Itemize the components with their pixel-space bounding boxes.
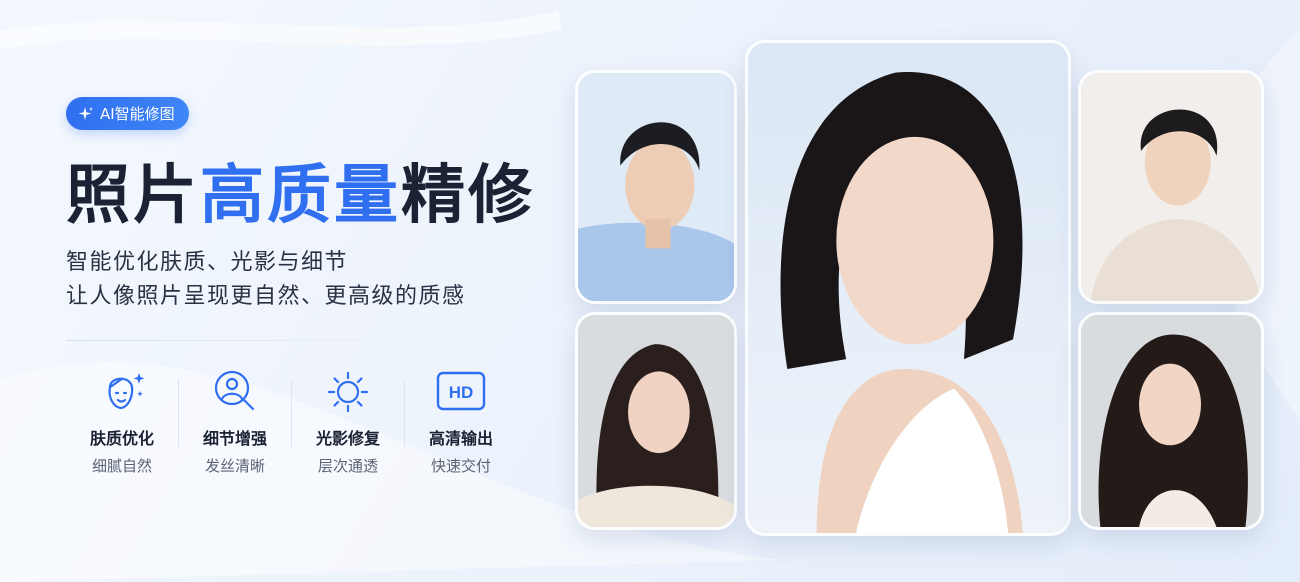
feature-title: 光影修复 — [315, 429, 380, 448]
portrait-photo-female-1 — [575, 312, 737, 530]
badge-label: AI智能修图 — [100, 105, 175, 123]
sun-icon — [322, 367, 374, 417]
portrait-photo-male-1 — [575, 70, 737, 304]
hd-icon: HD — [435, 367, 487, 417]
portrait-photo-male-2 — [1078, 70, 1264, 304]
description: 智能优化肤质、光影与细节 让人像照片呈现更自然、更高级的质感 — [66, 246, 546, 314]
portrait-photo-female-2 — [1078, 312, 1264, 530]
feature-subtitle: 快速交付 — [430, 457, 491, 475]
page-title: 照片高质量精修 — [66, 158, 546, 234]
feature-subtitle: 细腻自然 — [91, 457, 152, 475]
feature-light: 光影修复 层次通透 — [292, 367, 404, 476]
feature-hd: HD 高清输出 快速交付 — [405, 367, 517, 476]
ai-badge: AI智能修图 — [66, 97, 189, 130]
divider — [66, 340, 476, 341]
title-part-1: 照片 — [66, 159, 200, 233]
hd-icon-text: HD — [449, 383, 474, 402]
sparkle-icon — [78, 106, 93, 120]
title-part-2: 精修 — [401, 159, 535, 233]
feature-title: 高清输出 — [428, 429, 493, 448]
portrait-photo-main — [745, 40, 1071, 536]
face-sparkle-icon — [96, 367, 148, 417]
feature-subtitle: 发丝清晰 — [204, 457, 265, 475]
feature-subtitle: 层次通透 — [317, 457, 378, 475]
feature-skin: 肤质优化 细腻自然 — [66, 367, 178, 476]
feature-title: 肤质优化 — [89, 429, 154, 448]
hero-text-block: AI智能修图 照片高质量精修 智能优化肤质、光影与细节 让人像照片呈现更自然、更… — [66, 97, 546, 476]
description-line-1: 智能优化肤质、光影与细节 — [66, 250, 349, 275]
description-line-2: 让人像照片呈现更自然、更高级的质感 — [66, 284, 466, 309]
feature-title: 细节增强 — [202, 429, 267, 448]
magnify-person-icon — [209, 367, 261, 417]
feature-detail: 细节增强 发丝清晰 — [179, 367, 291, 476]
title-highlight: 高质量 — [200, 159, 401, 233]
feature-list: 肤质优化 细腻自然 细节增强 发丝清晰 光影修复 层次通透 HD 高清输出 快速… — [66, 367, 546, 476]
